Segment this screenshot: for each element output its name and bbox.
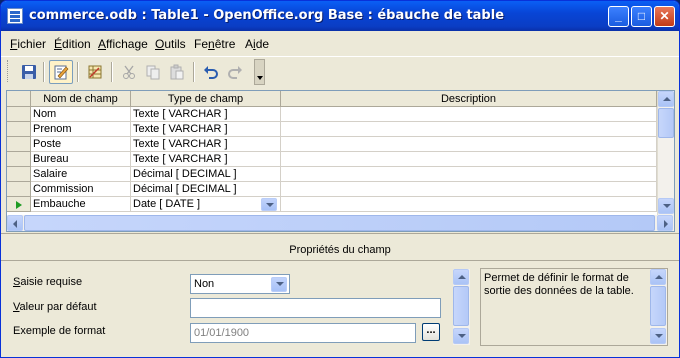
scroll-left-button[interactable]: [7, 215, 23, 231]
row-selector[interactable]: [7, 122, 31, 137]
field-name-cell[interactable]: Embauche: [31, 197, 131, 212]
menu-bar: Fichier Édition Affichage Outils Fenêtre…: [1, 31, 679, 55]
index-design-icon[interactable]: [83, 60, 107, 84]
default-value-label: Valeur par défaut: [13, 301, 97, 313]
close-button[interactable]: ✕: [654, 6, 675, 27]
scroll-up-button[interactable]: [453, 269, 469, 285]
properties-scrollbar[interactable]: [453, 269, 470, 345]
copy-icon: [141, 60, 165, 84]
chevron-down-icon[interactable]: [271, 277, 287, 292]
toolbar-overflow-button[interactable]: [254, 59, 265, 85]
window-title: commerce.odb : Table1 - OpenOffice.org B…: [29, 8, 505, 23]
format-example-field: 01/01/1900: [190, 323, 416, 343]
menu-fenetre[interactable]: Fenêtre: [194, 37, 235, 51]
column-header-field-name[interactable]: Nom de champ: [31, 91, 131, 107]
grid-horizontal-scrollbar[interactable]: [7, 215, 674, 231]
row-selector[interactable]: [7, 137, 31, 152]
toolbar-separator: [111, 62, 113, 82]
menu-edition[interactable]: Édition: [54, 37, 91, 51]
description-cell[interactable]: [281, 107, 657, 122]
help-text: Permet de définir le format de sortie de…: [484, 272, 634, 297]
pane-splitter[interactable]: [1, 233, 679, 238]
scroll-right-button[interactable]: [657, 215, 673, 231]
field-type-cell[interactable]: Texte [ VARCHAR ]: [131, 122, 281, 137]
app-icon[interactable]: [7, 8, 23, 24]
table-design-grid[interactable]: Nom de champ Type de champ Description N…: [6, 90, 675, 232]
scroll-thumb[interactable]: [453, 286, 469, 326]
row-selector[interactable]: [7, 182, 31, 197]
scroll-down-button[interactable]: [658, 198, 674, 214]
toolbar-separator: [43, 62, 45, 82]
menu-outils[interactable]: Outils: [155, 37, 186, 51]
description-cell[interactable]: [281, 137, 657, 152]
field-name-cell[interactable]: Nom: [31, 107, 131, 122]
main-window: commerce.odb : Table1 - OpenOffice.org B…: [0, 0, 680, 358]
scroll-thumb[interactable]: [658, 108, 674, 138]
redo-icon: [223, 60, 247, 84]
row-selector[interactable]: [7, 107, 31, 122]
column-header-description[interactable]: Description: [281, 91, 657, 107]
required-select[interactable]: Non: [190, 274, 290, 294]
toolbar-separator: [193, 62, 195, 82]
field-type-cell[interactable]: Texte [ VARCHAR ]: [131, 137, 281, 152]
field-name-cell[interactable]: Poste: [31, 137, 131, 152]
scroll-thumb[interactable]: [650, 286, 666, 326]
toolbar: [1, 56, 679, 86]
toolbar-grip[interactable]: [7, 60, 10, 82]
edit-icon[interactable]: [49, 60, 73, 84]
current-row-arrow-icon: [16, 201, 22, 209]
paste-icon: [165, 60, 189, 84]
grid-vertical-scrollbar[interactable]: [657, 91, 674, 215]
field-name-cell[interactable]: Salaire: [31, 167, 131, 182]
column-header-field-type[interactable]: Type de champ: [131, 91, 281, 107]
undo-icon[interactable]: [199, 60, 223, 84]
scroll-thumb[interactable]: [24, 215, 655, 231]
menu-affichage[interactable]: Affichage: [98, 37, 148, 51]
scroll-up-button[interactable]: [650, 269, 666, 285]
help-text-box: Permet de définir le format de sortie de…: [480, 268, 668, 346]
scroll-down-button[interactable]: [453, 328, 469, 344]
maximize-button[interactable]: □: [631, 6, 652, 27]
field-name-cell[interactable]: Commission: [31, 182, 131, 197]
description-cell[interactable]: [281, 152, 657, 167]
chevron-down-icon[interactable]: [261, 198, 277, 211]
field-type-cell[interactable]: Décimal [ DECIMAL ]: [131, 167, 281, 182]
row-selector[interactable]: [7, 197, 31, 212]
scroll-up-button[interactable]: [658, 91, 674, 107]
title-bar[interactable]: commerce.odb : Table1 - OpenOffice.org B…: [1, 1, 679, 31]
help-scrollbar[interactable]: [650, 269, 667, 345]
field-type-cell[interactable]: Texte [ VARCHAR ]: [131, 152, 281, 167]
row-header-corner: [7, 91, 31, 107]
toolbar-separator: [77, 62, 79, 82]
minimize-button[interactable]: _: [608, 6, 629, 27]
field-type-cell[interactable]: Décimal [ DECIMAL ]: [131, 182, 281, 197]
description-cell[interactable]: [281, 122, 657, 137]
field-name-cell[interactable]: Prenom: [31, 122, 131, 137]
default-value-field[interactable]: [190, 298, 441, 318]
field-type-cell[interactable]: Date [ DATE ]: [131, 197, 281, 212]
format-button[interactable]: ...: [422, 323, 440, 341]
description-cell[interactable]: [281, 167, 657, 182]
menu-aide[interactable]: Aide: [245, 37, 269, 51]
row-selector[interactable]: [7, 167, 31, 182]
description-cell[interactable]: [281, 197, 657, 212]
cut-icon: [117, 60, 141, 84]
description-cell[interactable]: [281, 182, 657, 197]
field-name-cell[interactable]: Bureau: [31, 152, 131, 167]
required-label: Saisie requise: [13, 276, 83, 288]
field-properties-title: Propriétés du champ: [1, 239, 679, 261]
menu-fichier[interactable]: Fichier: [10, 37, 46, 51]
scroll-down-button[interactable]: [650, 328, 666, 344]
row-selector[interactable]: [7, 152, 31, 167]
save-icon[interactable]: [17, 60, 41, 84]
format-example-label: Exemple de format: [13, 325, 106, 337]
field-type-cell[interactable]: Texte [ VARCHAR ]: [131, 107, 281, 122]
